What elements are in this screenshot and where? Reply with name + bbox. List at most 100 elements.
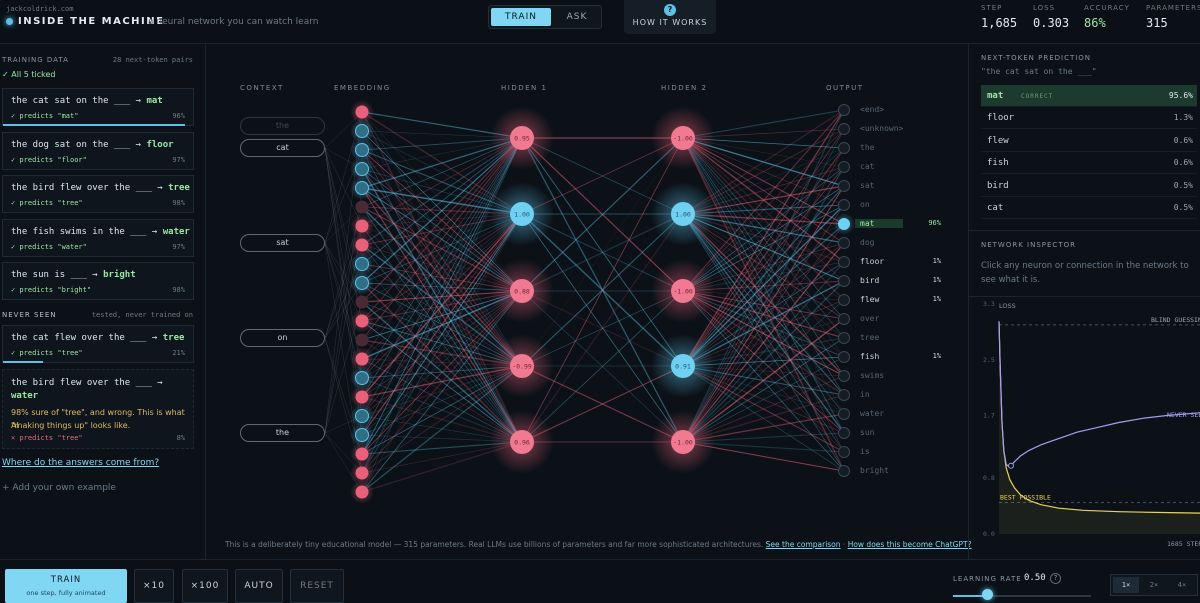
output-neuron[interactable] bbox=[838, 389, 850, 401]
prediction-row[interactable]: floor 1.3% bbox=[981, 107, 1197, 129]
training-example[interactable]: the dog sat on the ___ → floor ✓ predict… bbox=[2, 132, 194, 170]
auto-train-button[interactable]: AUTO bbox=[235, 569, 283, 603]
embedding-neuron[interactable] bbox=[355, 428, 369, 442]
test-example[interactable]: the cat flew over the ___ → tree ✓ predi… bbox=[2, 325, 194, 363]
footnote-separator: · bbox=[840, 540, 848, 549]
embedding-neuron[interactable] bbox=[355, 390, 369, 404]
embedding-neuron[interactable] bbox=[355, 257, 369, 271]
speed-1x-button[interactable]: 1× bbox=[1113, 577, 1139, 593]
output-neuron[interactable] bbox=[838, 104, 850, 116]
output-neuron[interactable] bbox=[838, 332, 850, 344]
prediction-row[interactable]: cat 0.5% bbox=[981, 197, 1197, 219]
output-neuron[interactable] bbox=[838, 123, 850, 135]
prediction-word: bird bbox=[987, 181, 1009, 191]
column-header-output: OUTPUT bbox=[826, 84, 864, 92]
tab-ask[interactable]: ASK bbox=[553, 8, 601, 26]
connections[interactable] bbox=[324, 109, 845, 493]
output-neuron[interactable] bbox=[838, 446, 850, 458]
context-token[interactable]: sat bbox=[240, 234, 325, 252]
embedding-neuron[interactable] bbox=[355, 295, 369, 309]
output-neuron[interactable] bbox=[838, 161, 850, 173]
train-step-button[interactable]: TRAIN one step, fully animated bbox=[5, 569, 127, 603]
training-example[interactable]: the sun is ___ → bright ✓ predicts "brig… bbox=[2, 262, 194, 300]
embedding-neuron[interactable] bbox=[355, 238, 369, 252]
how-it-works-button[interactable]: ? HOW IT WORKS bbox=[624, 0, 716, 34]
context-token[interactable]: cat bbox=[240, 139, 325, 157]
output-neuron[interactable] bbox=[838, 351, 850, 363]
context-token[interactable]: on bbox=[240, 329, 325, 347]
where-answers-link[interactable]: Where do the answers come from? bbox=[2, 458, 159, 468]
output-neuron[interactable] bbox=[838, 313, 850, 325]
output-neuron[interactable] bbox=[838, 408, 850, 420]
embedding-neuron[interactable] bbox=[355, 143, 369, 157]
output-label: over bbox=[860, 314, 880, 323]
embedding-neuron[interactable] bbox=[355, 466, 369, 480]
chatgpt-link[interactable]: How does this become ChatGPT? bbox=[848, 540, 972, 549]
output-neuron[interactable] bbox=[838, 275, 850, 287]
speed-4x-button[interactable]: 4× bbox=[1169, 577, 1195, 593]
output-neuron[interactable] bbox=[838, 465, 850, 477]
prediction-row[interactable]: bird 0.5% bbox=[981, 175, 1197, 197]
example-text: the sun is ___ → bright bbox=[11, 270, 136, 280]
context-token[interactable]: the bbox=[240, 424, 325, 442]
embedding-neuron[interactable] bbox=[355, 124, 369, 138]
speed-2x-button[interactable]: 2× bbox=[1141, 577, 1167, 593]
example-confidence: 98% bbox=[172, 199, 185, 207]
embedding-neuron[interactable] bbox=[355, 181, 369, 195]
output-neuron[interactable] bbox=[838, 294, 850, 306]
embedding-neuron[interactable] bbox=[355, 352, 369, 366]
prediction-row[interactable]: fish 0.6% bbox=[981, 152, 1197, 174]
embedding-neuron[interactable] bbox=[355, 162, 369, 176]
divider bbox=[969, 296, 1200, 297]
embedding-neuron[interactable] bbox=[355, 333, 369, 347]
training-example[interactable]: the bird flew over the ___ → tree ✓ pred… bbox=[2, 175, 194, 213]
prediction-row[interactable]: mat CORRECT 95.6% bbox=[981, 85, 1197, 107]
output-neuron[interactable] bbox=[838, 180, 850, 192]
output-neuron[interactable] bbox=[838, 237, 850, 249]
output-label: flew bbox=[860, 295, 880, 304]
activation-value: 0.95 bbox=[514, 135, 530, 143]
example-text: the cat flew over the ___ → tree bbox=[11, 333, 184, 343]
output-neuron[interactable] bbox=[838, 370, 850, 382]
comparison-link[interactable]: See the comparison bbox=[766, 540, 841, 549]
output-neuron[interactable] bbox=[838, 427, 850, 439]
embedding-neuron[interactable] bbox=[355, 105, 369, 119]
stat-step: STEP 1,685 bbox=[981, 4, 1017, 30]
help-icon[interactable]: ? bbox=[1050, 573, 1061, 584]
train-x100-button[interactable]: ×100 bbox=[182, 569, 228, 603]
slider-thumb[interactable] bbox=[982, 589, 993, 600]
train-x10-button[interactable]: ×10 bbox=[134, 569, 174, 603]
stat-label: LOSS bbox=[1033, 4, 1056, 12]
embedding-neuron[interactable] bbox=[355, 371, 369, 385]
example-text: the fish swims in the ___ → water bbox=[11, 227, 190, 237]
stat-accuracy: ACCURACY 86% bbox=[1084, 4, 1130, 30]
output-neuron[interactable] bbox=[838, 218, 850, 230]
reset-button[interactable]: RESET bbox=[290, 569, 344, 603]
column-header-hidden1: HIDDEN 1 bbox=[501, 84, 548, 92]
embedding-neuron[interactable] bbox=[355, 447, 369, 461]
speed-selector: 1× 2× 4× bbox=[1110, 574, 1198, 596]
embedding-neuron[interactable] bbox=[355, 485, 369, 499]
neurons[interactable]: 0.95 1.00 0.88 -0.99 0.96 -1.00 1.00 -1.00 0.91 -… bbox=[350, 100, 855, 504]
embedding-neuron[interactable] bbox=[355, 314, 369, 328]
output-neuron[interactable] bbox=[838, 199, 850, 211]
output-neuron[interactable] bbox=[838, 256, 850, 268]
prediction-row[interactable]: flew 0.6% bbox=[981, 130, 1197, 152]
example-answer: tree bbox=[168, 183, 190, 193]
prediction-prob: 95.6% bbox=[1168, 91, 1193, 100]
site-url[interactable]: jackcoldrick.com bbox=[6, 5, 73, 13]
embedding-neuron[interactable] bbox=[355, 409, 369, 423]
add-example-button[interactable]: + Add your own example bbox=[2, 483, 116, 493]
training-example[interactable]: the fish swims in the ___ → water ✓ pred… bbox=[2, 219, 194, 257]
tab-train[interactable]: TRAIN bbox=[491, 8, 551, 26]
test-example-wrong[interactable]: the bird flew over the ___ → water 98% su… bbox=[2, 369, 194, 449]
context-token[interactable]: the bbox=[240, 117, 325, 135]
output-probability: 96% bbox=[928, 219, 941, 227]
learning-rate-label: LEARNING RATE bbox=[953, 575, 1022, 583]
embedding-neuron[interactable] bbox=[355, 276, 369, 290]
output-neuron[interactable] bbox=[838, 142, 850, 154]
embedding-neuron[interactable] bbox=[355, 200, 369, 214]
learning-rate-slider[interactable] bbox=[953, 595, 1091, 597]
training-example[interactable]: the cat sat on the ___ → mat ✓ predicts … bbox=[2, 88, 194, 126]
embedding-neuron[interactable] bbox=[355, 219, 369, 233]
